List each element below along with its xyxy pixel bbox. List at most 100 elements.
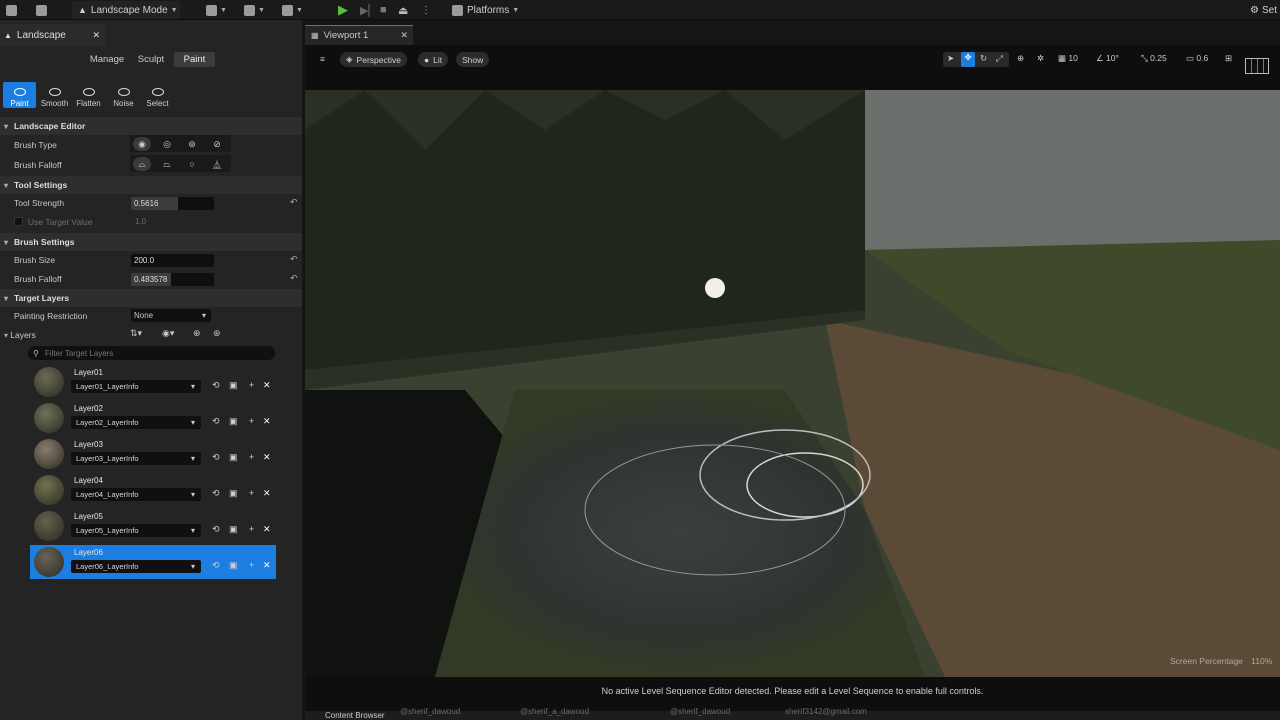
browse-icon[interactable]: ⟲ bbox=[212, 488, 220, 499]
select-arrow-icon[interactable]: ➤ bbox=[947, 53, 954, 64]
folder-icon[interactable]: ▣ bbox=[229, 380, 238, 391]
tool-flatten[interactable]: Flatten bbox=[72, 82, 105, 108]
layer-row[interactable]: Layer06 Layer06_LayerInfo ⟲ ▣ + ✕ bbox=[30, 545, 276, 579]
grid-snap-button[interactable]: ▦ 10 bbox=[1058, 53, 1078, 64]
folder-icon[interactable]: ▣ bbox=[229, 416, 238, 427]
translate-icon[interactable]: ✥ bbox=[961, 52, 975, 67]
close-icon[interactable]: ✕ bbox=[400, 30, 408, 41]
section-target-layers[interactable]: Target Layers bbox=[0, 289, 302, 307]
use-target-checkbox[interactable] bbox=[14, 217, 23, 226]
add-layer-icon[interactable]: ⊕ bbox=[193, 328, 201, 339]
reset-icon[interactable]: ↶ bbox=[290, 254, 298, 265]
hamburger-menu-icon[interactable]: ≡ bbox=[320, 54, 325, 64]
landscape-scene[interactable] bbox=[305, 90, 1280, 677]
cinematics-icon[interactable]: ▼ bbox=[282, 0, 303, 20]
layer-info-dropdown[interactable]: Layer05_LayerInfo bbox=[71, 524, 201, 537]
scale-icon[interactable]: ⤢ bbox=[996, 53, 1003, 64]
rotate-icon[interactable]: ↻ bbox=[980, 53, 987, 64]
mode-sculpt[interactable]: Sculpt bbox=[130, 52, 172, 67]
add-icon[interactable]: + bbox=[249, 560, 254, 570]
section-tool-settings[interactable]: Tool Settings bbox=[0, 176, 302, 194]
component-brush-icon[interactable]: ⊘ bbox=[208, 137, 226, 151]
delete-icon[interactable]: ✕ bbox=[263, 560, 271, 571]
close-icon[interactable]: ✕ bbox=[92, 30, 100, 41]
browse-icon[interactable]: ⟲ bbox=[212, 416, 220, 427]
save-icon[interactable] bbox=[6, 0, 17, 20]
folder-icon[interactable]: ▣ bbox=[229, 560, 238, 571]
pattern-brush-icon[interactable]: ⊛ bbox=[183, 137, 201, 151]
play-icon[interactable]: ▶ bbox=[338, 0, 348, 20]
browse-icon[interactable]: ⟲ bbox=[212, 560, 220, 571]
layout-icon[interactable]: ⊞ bbox=[1225, 53, 1232, 64]
layer-info-dropdown[interactable]: Layer01_LayerInfo bbox=[71, 380, 201, 393]
eject-icon[interactable]: ⏏ bbox=[398, 0, 408, 20]
add-icon[interactable]: + bbox=[249, 488, 254, 498]
mode-paint[interactable]: Paint bbox=[174, 52, 215, 67]
layer-info-dropdown[interactable]: Layer03_LayerInfo bbox=[71, 452, 201, 465]
tip-falloff-icon[interactable]: ⏅ bbox=[208, 157, 226, 171]
circle-brush-icon[interactable]: ◉ bbox=[133, 137, 151, 151]
tool-select[interactable]: Select bbox=[141, 82, 174, 108]
tool-smooth[interactable]: Smooth bbox=[38, 82, 71, 108]
tool-paint[interactable]: Paint bbox=[3, 82, 36, 108]
settings-button[interactable]: ⚙ Set bbox=[1250, 0, 1277, 20]
sort-icon[interactable]: ⇅▾ bbox=[130, 328, 142, 339]
scale-snap-button[interactable]: ⤡ 0.25 bbox=[1141, 53, 1167, 64]
blueprint-icon[interactable]: ▼ bbox=[244, 0, 265, 20]
delete-icon[interactable]: ✕ bbox=[263, 524, 271, 535]
more-options-icon[interactable]: ⋮ bbox=[421, 0, 431, 20]
tab-landscape[interactable]: ▲ Landscape ✕ bbox=[0, 24, 105, 46]
world-icon[interactable]: ⊕ bbox=[1017, 53, 1024, 64]
platforms-button[interactable]: Platforms ▼ bbox=[452, 0, 519, 20]
section-brush-settings[interactable]: Brush Settings bbox=[0, 233, 302, 251]
delete-icon[interactable]: ✕ bbox=[263, 452, 271, 463]
tab-viewport[interactable]: ▦ Viewport 1 ✕ bbox=[305, 25, 413, 45]
filter-target-layers-input[interactable]: ⚲ Filter Target Layers bbox=[28, 346, 275, 360]
layer-row[interactable]: Layer04 Layer04_LayerInfo ⟲ ▣ + ✕ bbox=[30, 473, 276, 507]
eye-icon[interactable]: ◉▾ bbox=[162, 328, 174, 339]
painting-restriction-dropdown[interactable]: None ▾ bbox=[131, 309, 211, 322]
layer-row[interactable]: Layer05 Layer05_LayerInfo ⟲ ▣ + ✕ bbox=[30, 509, 276, 543]
lit-button[interactable]: ● Lit bbox=[418, 52, 449, 67]
delete-icon[interactable]: ✕ bbox=[263, 380, 271, 391]
layer-row[interactable]: Layer02 Layer02_LayerInfo ⟲ ▣ + ✕ bbox=[30, 401, 276, 435]
content-browser-tab[interactable]: Content Browser bbox=[325, 711, 385, 720]
import-icon[interactable]: ⊛ bbox=[213, 328, 221, 339]
show-button[interactable]: Show bbox=[456, 52, 490, 67]
browse-icon[interactable]: ⟲ bbox=[212, 452, 220, 463]
tool-strength-slider[interactable]: 0.5616 bbox=[131, 197, 214, 210]
perspective-button[interactable]: ◈ Perspective bbox=[340, 52, 407, 67]
viewport-layout-icon[interactable] bbox=[1245, 58, 1269, 74]
smooth-falloff-icon[interactable]: ⌓ bbox=[133, 157, 151, 171]
spherical-falloff-icon[interactable]: ○ bbox=[183, 157, 201, 171]
folder-icon[interactable]: ▣ bbox=[229, 452, 238, 463]
layer-info-dropdown[interactable]: Layer06_LayerInfo bbox=[71, 560, 201, 573]
delete-icon[interactable]: ✕ bbox=[263, 416, 271, 427]
section-landscape-editor[interactable]: Landscape Editor bbox=[0, 117, 302, 135]
reset-icon[interactable]: ↶ bbox=[290, 273, 298, 284]
tool-noise[interactable]: Noise bbox=[107, 82, 140, 108]
folder-icon[interactable]: ▣ bbox=[229, 488, 238, 499]
layer-info-dropdown[interactable]: Layer04_LayerInfo bbox=[71, 488, 201, 501]
add-icon[interactable]: + bbox=[249, 416, 254, 426]
content-icon[interactable] bbox=[36, 0, 47, 20]
brush-falloff-slider[interactable]: 0.483578 bbox=[131, 273, 214, 286]
angle-snap-button[interactable]: ∠ 10° bbox=[1096, 53, 1119, 64]
delete-icon[interactable]: ✕ bbox=[263, 488, 271, 499]
step-icon[interactable]: ▶▏ bbox=[360, 0, 377, 20]
layer-row[interactable]: Layer01 Layer01_LayerInfo ⟲ ▣ + ✕ bbox=[30, 365, 276, 399]
linear-falloff-icon[interactable]: ⏢ bbox=[158, 157, 176, 171]
camera-speed-button[interactable]: ▭ 0.6 bbox=[1186, 53, 1208, 64]
add-icon[interactable]: + bbox=[249, 380, 254, 390]
layer-row[interactable]: Layer03 Layer03_LayerInfo ⟲ ▣ + ✕ bbox=[30, 437, 276, 471]
brush-size-field[interactable]: 200.0 bbox=[131, 254, 214, 267]
add-actor-icon[interactable]: ▼ bbox=[206, 0, 227, 20]
layer-info-dropdown[interactable]: Layer02_LayerInfo bbox=[71, 416, 201, 429]
alpha-brush-icon[interactable]: ◎ bbox=[158, 137, 176, 151]
surface-snap-icon[interactable]: ✲ bbox=[1037, 53, 1044, 64]
mode-manage[interactable]: Manage bbox=[85, 52, 129, 67]
stop-icon[interactable]: ■ bbox=[380, 0, 387, 20]
reset-icon[interactable]: ↶ bbox=[290, 197, 298, 208]
add-icon[interactable]: + bbox=[249, 452, 254, 462]
folder-icon[interactable]: ▣ bbox=[229, 524, 238, 535]
